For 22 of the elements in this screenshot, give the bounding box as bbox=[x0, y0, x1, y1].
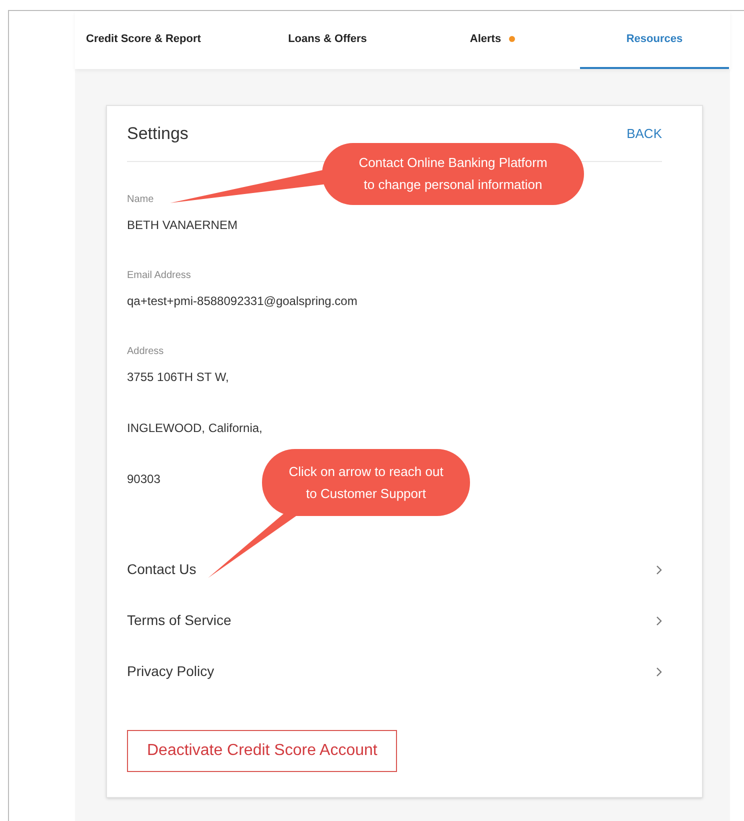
settings-title: Settings bbox=[127, 122, 188, 145]
nav-tab[interactable]: Alerts bbox=[405, 11, 580, 69]
annotation-callout: Click on arrow to reach out to Customer Support bbox=[262, 449, 470, 516]
nav-tab[interactable]: Resources bbox=[580, 11, 729, 69]
field-value: 3755 106TH ST W, bbox=[127, 369, 229, 386]
field-value: INGLEWOOD, California, bbox=[127, 420, 262, 437]
field-value: qa+test+pmi-8588092331@goalspring.com bbox=[127, 293, 358, 310]
field-value: BETH VANAERNEM bbox=[127, 217, 238, 234]
settings-link[interactable]: Terms of Service bbox=[127, 595, 662, 646]
field-label: Email Address bbox=[127, 268, 191, 282]
field-label: Name bbox=[127, 192, 154, 206]
nav-tab[interactable]: Loans & Offers bbox=[250, 11, 405, 69]
settings-link[interactable]: Contact Us bbox=[127, 544, 662, 595]
chevron-right-icon bbox=[656, 666, 662, 676]
chevron-right-icon bbox=[656, 616, 662, 626]
chevron-right-icon bbox=[656, 564, 662, 574]
nav-tab[interactable]: Credit Score & Report bbox=[75, 11, 250, 69]
back-link[interactable]: BACK bbox=[626, 124, 662, 144]
field-label: Address bbox=[127, 344, 164, 358]
deactivate-button[interactable]: Deactivate Credit Score Account bbox=[127, 730, 398, 772]
field-value: 90303 bbox=[127, 471, 160, 488]
settings-link[interactable]: Privacy Policy bbox=[127, 646, 662, 697]
